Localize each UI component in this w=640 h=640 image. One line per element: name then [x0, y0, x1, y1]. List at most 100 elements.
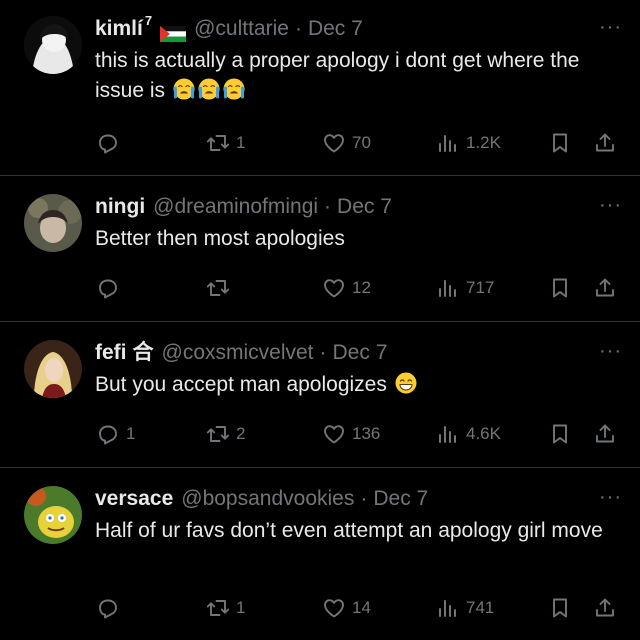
loudly-crying-face-icon	[222, 77, 246, 101]
timestamp[interactable]: Dec 7	[333, 338, 388, 368]
tweet[interactable]: kimlí 7 @culttarie · Dec 7 this is actua…	[0, 0, 640, 176]
display-name[interactable]: ningi	[95, 192, 145, 222]
like-count: 70	[352, 133, 371, 152]
avatar[interactable]	[24, 340, 82, 398]
reply-icon	[96, 422, 120, 446]
timestamp[interactable]: Dec 7	[308, 14, 363, 44]
more-options-icon[interactable]: ···	[599, 195, 622, 215]
reply-button[interactable]	[96, 275, 126, 301]
tweet-body: Better then most apologies	[95, 227, 345, 250]
action-bar: 1 70 1.2K	[96, 130, 616, 156]
name-badge: 7	[144, 13, 153, 28]
views-button[interactable]: 4.6K	[436, 421, 501, 447]
palestine-flag-icon	[160, 21, 187, 42]
timestamp[interactable]: Dec 7	[337, 192, 392, 222]
retweet-button[interactable]	[206, 275, 236, 301]
share-button[interactable]	[593, 130, 617, 156]
like-button[interactable]: 70	[322, 130, 371, 156]
reply-button[interactable]	[96, 130, 126, 156]
like-count: 136	[352, 424, 381, 443]
display-name[interactable]: kimlí	[95, 14, 143, 44]
retweet-icon	[206, 596, 230, 620]
user-handle[interactable]: @coxsmicvelvet	[162, 338, 314, 368]
reply-count: 1	[126, 424, 136, 443]
more-options-icon[interactable]: ···	[599, 487, 622, 507]
views-button[interactable]: 717	[436, 275, 494, 301]
heart-icon	[322, 596, 346, 620]
bookmark-button[interactable]	[548, 421, 572, 447]
bookmark-icon	[548, 596, 572, 620]
more-options-icon[interactable]: ···	[599, 17, 622, 37]
grinning-face-with-smiling-eyes-icon	[394, 371, 418, 395]
share-icon	[593, 596, 617, 620]
tweet-body: Half of ur favs don’t even attempt an ap…	[95, 519, 603, 542]
reply-button[interactable]: 1	[96, 421, 135, 447]
avatar[interactable]	[24, 486, 82, 544]
tweet-text: this is actually a proper apology i dont…	[95, 46, 620, 106]
display-name[interactable]: versace	[95, 484, 173, 514]
display-name[interactable]: fefi	[95, 338, 127, 368]
bookmark-button[interactable]	[548, 130, 572, 156]
user-handle[interactable]: @dreaminofmingi	[153, 192, 318, 222]
bookmark-button[interactable]	[548, 275, 572, 301]
action-bar: 12 717	[96, 275, 616, 301]
avatar[interactable]	[24, 16, 82, 74]
like-button[interactable]: 136	[322, 421, 380, 447]
view-count: 717	[466, 278, 495, 297]
reply-button[interactable]	[96, 595, 126, 621]
share-button[interactable]	[593, 595, 617, 621]
retweet-count: 1	[236, 598, 246, 617]
more-options-icon[interactable]: ···	[599, 341, 622, 361]
share-button[interactable]	[593, 275, 617, 301]
heart-icon	[322, 422, 346, 446]
user-handle[interactable]: @culttarie	[194, 14, 289, 44]
views-chart-icon	[436, 276, 460, 300]
views-chart-icon	[436, 131, 460, 155]
tweet[interactable]: versace @bopsandvookies · Dec 7 Half of …	[0, 468, 640, 640]
avatar[interactable]	[24, 194, 82, 252]
views-chart-icon	[436, 596, 460, 620]
retweet-button[interactable]: 1	[206, 595, 245, 621]
retweet-count: 2	[236, 424, 246, 443]
tweet-body: this is actually a proper apology i dont…	[95, 49, 580, 102]
share-icon	[593, 422, 617, 446]
action-bar: 1 2 136 4.6K	[96, 421, 616, 447]
timeline: kimlí 7 @culttarie · Dec 7 this is actua…	[0, 0, 640, 640]
retweet-icon	[206, 422, 230, 446]
timestamp[interactable]: Dec 7	[373, 484, 428, 514]
separator: ·	[324, 195, 332, 218]
view-count: 4.6K	[466, 424, 501, 443]
share-icon	[593, 276, 617, 300]
views-button[interactable]: 1.2K	[436, 130, 501, 156]
tweet-body: But you accept man apologizes	[95, 373, 387, 396]
retweet-button[interactable]: 1	[206, 130, 245, 156]
heart-icon	[322, 131, 346, 155]
views-button[interactable]: 741	[436, 595, 494, 621]
separator: ·	[360, 487, 368, 510]
tweet[interactable]: fefi 合 @coxsmicvelvet · Dec 7 But you ac…	[0, 322, 640, 468]
reply-icon	[96, 596, 120, 620]
bookmark-icon	[548, 131, 572, 155]
like-count: 14	[352, 598, 371, 617]
tweet-text: Half of ur favs don’t even attempt an ap…	[95, 516, 620, 546]
name-symbol: 合	[132, 341, 154, 364]
share-button[interactable]	[593, 421, 617, 447]
bookmark-icon	[548, 276, 572, 300]
tweet-text: Better then most apologies	[95, 224, 620, 254]
bookmark-icon	[548, 422, 572, 446]
like-button[interactable]: 14	[322, 595, 371, 621]
loudly-crying-face-icon	[172, 77, 196, 101]
separator: ·	[319, 341, 327, 364]
retweet-icon	[206, 276, 230, 300]
share-icon	[593, 131, 617, 155]
retweet-count: 1	[236, 133, 246, 152]
like-count: 12	[352, 278, 371, 297]
bookmark-button[interactable]	[548, 595, 572, 621]
tweet[interactable]: ningi @dreaminofmingi · Dec 7 Better the…	[0, 176, 640, 322]
action-bar: 1 14 741	[96, 595, 616, 621]
views-chart-icon	[436, 422, 460, 446]
user-handle[interactable]: @bopsandvookies	[181, 484, 354, 514]
retweet-button[interactable]: 2	[206, 421, 245, 447]
like-button[interactable]: 12	[322, 275, 371, 301]
view-count: 1.2K	[466, 133, 501, 152]
